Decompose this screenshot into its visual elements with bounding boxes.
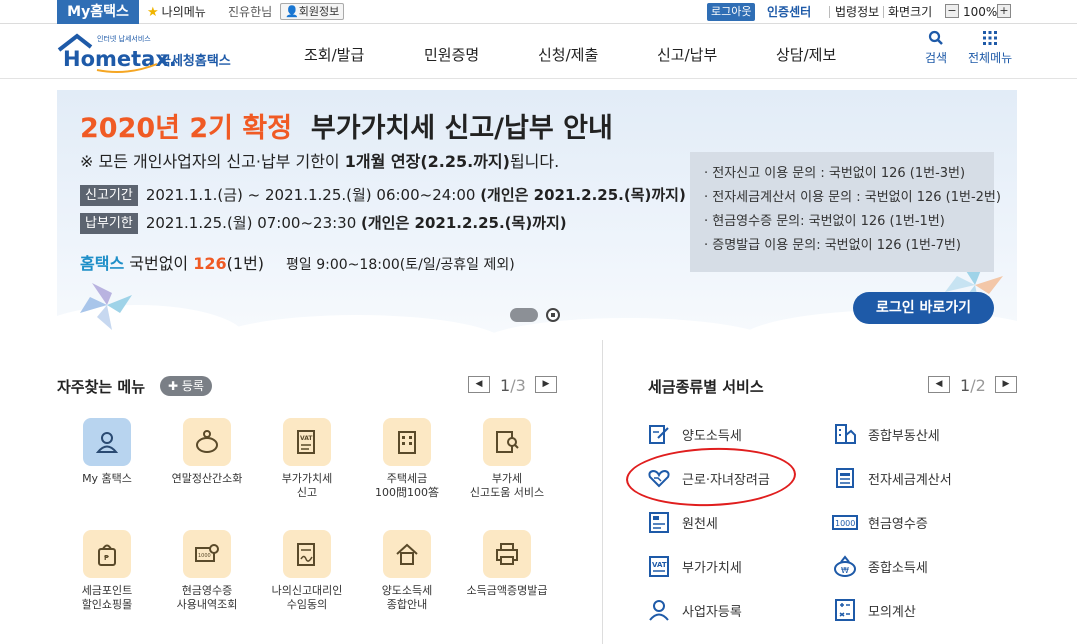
member-info-button[interactable]: 👤회원정보: [280, 3, 345, 20]
svg-text:1000: 1000: [835, 519, 855, 528]
my-menu-link[interactable]: ★ 나의메뉴: [147, 0, 206, 24]
zoom-out-button[interactable]: −: [945, 4, 959, 18]
tax-item-cash-receipt[interactable]: 1000 현금영수증: [832, 509, 928, 535]
favorite-item-housing-tax-qa[interactable]: 주택세금 100問100答: [357, 418, 457, 500]
svg-text:VAT: VAT: [652, 561, 667, 569]
printer-icon: [483, 530, 531, 578]
favorite-item-cash-receipt-history[interactable]: 1000 현금영수증 사용내역조회: [157, 530, 257, 612]
divider: [829, 6, 830, 18]
grid-menu-icon: [983, 31, 998, 45]
divider: [883, 6, 884, 18]
payment-deadline-row: 납부기한 2021.1.25.(월) 07:00~23:30 (개인은 2021.…: [80, 212, 567, 234]
nav-inquiry[interactable]: 조회/발급: [304, 44, 364, 65]
favorite-item-tax-agent-consent[interactable]: 나의신고대리인 수임동의: [257, 530, 357, 612]
plus-icon: ✚: [168, 379, 182, 393]
transfer-document-icon: [646, 421, 672, 447]
tax-item-withholding[interactable]: 원천세: [646, 509, 718, 535]
vat-icon: VAT: [646, 553, 672, 579]
svg-text:인터넷 납세서비스: 인터넷 납세서비스: [97, 34, 151, 43]
vat-banner[interactable]: 2020년 2기 확정 부가가치세 신고/납부 안내 ※ 모든 개인사업자의 신…: [57, 90, 1017, 340]
add-favorite-button[interactable]: ✚ 등록: [160, 376, 212, 396]
banner-pause-button[interactable]: [546, 308, 560, 322]
hometax-logo[interactable]: 인터넷 납세서비스 Hometax. 국세청홈택스: [57, 30, 242, 74]
favorite-item-vat-report[interactable]: VAT 부가가치세 신고: [257, 418, 357, 500]
nav-consult[interactable]: 상담/제보: [776, 44, 836, 65]
pinwheel-icon: [80, 283, 132, 330]
section-divider: [602, 340, 603, 644]
house-logo-icon: 인터넷 납세서비스 Hometax. 국세청홈택스: [57, 33, 231, 73]
svg-text:₱: ₱: [104, 554, 109, 562]
withholding-document-icon: [646, 509, 672, 535]
favorite-item-income-certificate[interactable]: 소득금액증명발급: [457, 530, 557, 598]
person-icon: [83, 418, 131, 466]
favorites-next-button[interactable]: ▶: [535, 376, 557, 393]
svg-text:VAT: VAT: [300, 435, 313, 442]
screen-size-label: 화면크기: [888, 5, 933, 19]
law-info-link[interactable]: 법령정보: [835, 0, 879, 24]
all-menu-button[interactable]: 전체메뉴: [968, 30, 1012, 66]
nav-certificate[interactable]: 민원증명: [424, 44, 479, 65]
zoom-level: 100%: [963, 5, 998, 19]
real-estate-icon: [832, 421, 858, 447]
user-name: 진유한님: [228, 5, 273, 19]
favorites-prev-button[interactable]: ◀: [468, 376, 490, 393]
login-shortcut-button[interactable]: 로그인 바로가기: [853, 292, 994, 324]
tax-item-business-registration[interactable]: 사업자등록: [646, 597, 742, 623]
banner-pager-dot[interactable]: [510, 308, 538, 322]
user-icon: 👤: [285, 5, 299, 18]
banner-title: 2020년 2기 확정 부가가치세 신고/납부 안내: [80, 113, 613, 144]
tax-item-transfer-income[interactable]: 양도소득세: [646, 421, 742, 447]
svg-text:₩: ₩: [841, 566, 849, 575]
search-icon: [928, 30, 943, 45]
red-annotation-circle: [625, 445, 797, 509]
tax-item-comprehensive-real-estate[interactable]: 종합부동산세: [832, 421, 940, 447]
calculator-icon: [832, 597, 858, 623]
piggy-bank-icon: [183, 418, 231, 466]
inquiry-info-box: · 전자신고 이용 문의 : 국번없이 126 (1번-3번) · 전자세금계산…: [690, 152, 1001, 272]
favorite-item-transfer-tax-guide[interactable]: 양도소득세 종합안내: [357, 530, 457, 612]
svg-text:1000: 1000: [198, 553, 211, 559]
phone-info: 홈택스 국번없이 126(1번) 평일 9:00~18:00(토/일/공휴일 제외…: [80, 254, 515, 273]
invoice-icon: [832, 465, 858, 491]
top-bar: My홈택스 ★ 나의메뉴 진유한님 👤회원정보 로그아웃 인증센터 법령정보 화면…: [0, 0, 1077, 24]
favorite-item-my-hometax[interactable]: My 홈택스: [57, 418, 157, 486]
search-document-icon: [483, 418, 531, 466]
vat-document-icon: VAT: [283, 418, 331, 466]
tax-service-prev-button[interactable]: ◀: [928, 376, 950, 393]
banner-notice: ※ 모든 개인사업자의 신고·납부 기한이 1개월 연장(2.25.까지)됩니다…: [80, 152, 560, 171]
header: 인터넷 납세서비스 Hometax. 국세청홈택스 조회/발급 민원증명 신청/…: [0, 24, 1077, 79]
cert-center-link[interactable]: 인증센터: [767, 0, 811, 24]
building-icon: [383, 418, 431, 466]
cloud-decoration: [207, 315, 507, 340]
tax-service-next-button[interactable]: ▶: [995, 376, 1017, 393]
favorite-item-year-end-settlement[interactable]: 연말정산간소화: [157, 418, 257, 486]
favorites-title: 자주찾는 메뉴: [57, 378, 146, 396]
favorite-item-vat-help-service[interactable]: 부가세 신고도움 서비스: [457, 418, 557, 500]
tax-item-e-tax-invoice[interactable]: 전자세금계산서: [832, 465, 952, 491]
tax-item-mock-calculation[interactable]: 모의계산: [832, 597, 916, 623]
favorites-page: 1/3: [500, 376, 526, 395]
tax-service-page: 1/2: [960, 376, 986, 395]
favorite-item-tax-point-mall[interactable]: ₱ 세금포인트 할인쇼핑몰: [57, 530, 157, 612]
tax-service-title: 세금종류별 서비스: [648, 378, 764, 396]
tax-item-vat[interactable]: VAT 부가가치세: [646, 553, 742, 579]
signature-icon: [283, 530, 331, 578]
report-period-row: 신고기간 2021.1.1.(금) ~ 2021.1.25.(월) 06:00~2…: [80, 184, 686, 206]
zoom-in-button[interactable]: +: [997, 4, 1011, 18]
my-hometax-tab[interactable]: My홈택스: [57, 0, 139, 24]
star-icon: ★: [147, 5, 159, 20]
logout-button[interactable]: 로그아웃: [707, 3, 756, 21]
cash-receipt-icon: 1000: [832, 509, 858, 535]
nav-application[interactable]: 신청/제출: [538, 44, 598, 65]
nav-report-payment[interactable]: 신고/납부: [657, 44, 717, 65]
money-bag-icon: ₩: [832, 553, 858, 579]
shopping-bag-icon: ₱: [83, 530, 131, 578]
person-icon: [646, 597, 672, 623]
search-button[interactable]: 검색: [925, 30, 947, 66]
receipt-search-icon: 1000: [183, 530, 231, 578]
svg-text:국세청홈택스: 국세청홈택스: [159, 53, 231, 69]
house-icon: [383, 530, 431, 578]
tax-item-comprehensive-income[interactable]: ₩ 종합소득세: [832, 553, 928, 579]
